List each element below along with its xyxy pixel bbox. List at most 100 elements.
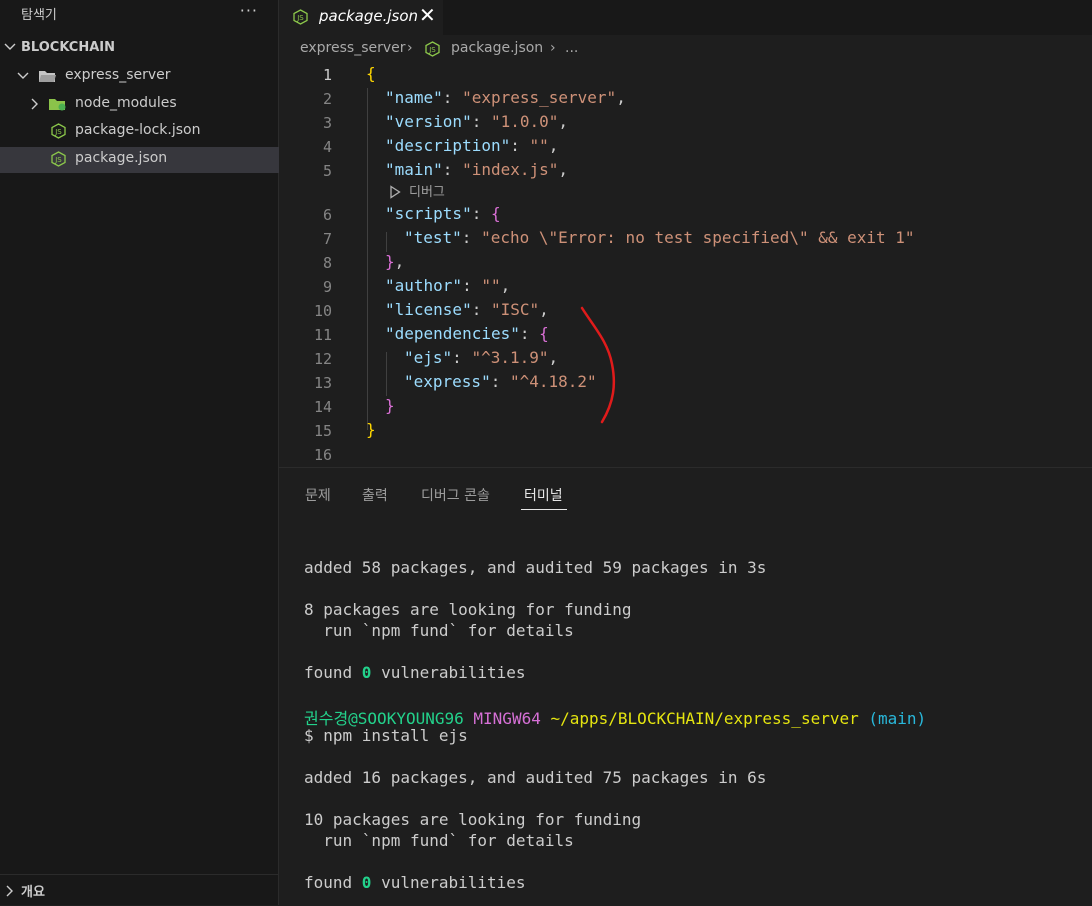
debug-play-icon[interactable] (389, 185, 401, 199)
tab-terminal[interactable]: 터미널 (524, 485, 563, 505)
close-icon[interactable]: ✕ (419, 3, 436, 27)
line-number: 5 (322, 162, 332, 180)
breadcrumb-more[interactable]: ... (565, 40, 578, 56)
code-line-5: "main": "index.js", (385, 160, 569, 179)
svg-text:JS: JS (296, 14, 304, 22)
terminal-line: 8 packages are looking for funding (304, 600, 632, 619)
red-annotation-mark (580, 306, 616, 424)
json-string: "" (481, 276, 501, 295)
code-line-4: "description": "", (385, 136, 559, 155)
folder-open-icon (39, 71, 56, 82)
json-key: "dependencies" (385, 324, 520, 343)
json-string: "^3.1.9" (471, 348, 549, 367)
code-editor[interactable]: 1 2 3 4 5 6 7 8 9 10 11 12 13 14 15 16 {… (279, 62, 1092, 467)
code-line-13: "express": "^4.18.2" (404, 372, 597, 391)
line-number: 14 (313, 398, 332, 416)
node-folder-icon (49, 99, 66, 111)
more-actions-icon[interactable]: ··· (240, 1, 258, 20)
line-number: 7 (322, 230, 332, 248)
breadcrumb-separator: › (407, 40, 413, 56)
json-key: "express" (404, 372, 491, 391)
terminal-line: 10 packages are looking for funding (304, 810, 642, 829)
prompt-path: ~/apps/BLOCKCHAIN/express_server (550, 709, 859, 728)
outline-label: 개요 (21, 885, 45, 900)
indent-guide (386, 232, 387, 252)
chevron-down-icon (4, 43, 16, 50)
tab-problems[interactable]: 문제 (305, 485, 331, 505)
tab-debug-console[interactable]: 디버그 콘솔 (421, 485, 490, 505)
code-line-15: } (366, 420, 376, 439)
terminal-line: run `npm fund` for details (304, 621, 574, 640)
tree-file-package-lock[interactable]: JS package-lock.json (0, 119, 279, 145)
explorer-sidebar: 탐색기 ··· BLOCKCHAIN express_server node_m… (0, 0, 279, 905)
line-number: 2 (322, 90, 332, 108)
json-key: "license" (385, 300, 472, 319)
terminal-line: found 0 vulnerabilities (304, 663, 526, 682)
line-number: 8 (322, 254, 332, 272)
breadcrumb-separator: › (550, 40, 556, 56)
brace: { (539, 324, 549, 343)
brace: } (366, 420, 376, 439)
code-line-9: "author": "", (385, 276, 511, 295)
bottom-panel: 문제 출력 디버그 콘솔 터미널 added 58 packages, and … (279, 467, 1092, 906)
line-number: 1 (322, 66, 332, 84)
svg-text:JS: JS (54, 128, 62, 136)
code-line-8: }, (385, 252, 405, 271)
line-number: 10 (313, 302, 332, 320)
code-line-7: "test": "echo \"Error: no test specified… (404, 228, 915, 247)
json-key: "version" (385, 112, 472, 131)
code-line-12: "ejs": "^3.1.9", (404, 348, 559, 367)
json-key: "main" (385, 160, 443, 179)
svg-text:JS: JS (54, 156, 62, 164)
line-number: 16 (313, 446, 332, 464)
line-number: 13 (313, 374, 332, 392)
terminal-line: added 58 packages, and audited 59 packag… (304, 558, 767, 577)
breadcrumb-file[interactable]: package.json (451, 40, 543, 56)
prompt-branch: (main) (868, 709, 927, 728)
terminal-line: run `npm fund` for details (304, 831, 574, 850)
tree-folder-label: express_server (65, 67, 171, 83)
tab-package-json[interactable]: JS package.json ✕ (279, 0, 443, 35)
brace: { (490, 204, 501, 223)
workspace-section-label: BLOCKCHAIN (21, 40, 116, 55)
tree-file-package-json[interactable]: JS package.json (0, 147, 279, 173)
line-number: 4 (322, 138, 332, 156)
json-string: "ISC" (490, 300, 540, 319)
svg-text:JS: JS (428, 46, 436, 54)
code-line-1: { (366, 64, 376, 83)
tab-output[interactable]: 출력 (362, 485, 388, 505)
code-line-2: "name": "express_server", (385, 88, 626, 107)
json-key: "test" (404, 228, 462, 247)
indent-guide (367, 88, 368, 430)
tree-folder-node-modules[interactable]: node_modules (0, 92, 279, 118)
chevron-right-icon (31, 98, 38, 110)
terminal-command: $ npm install ejs (304, 726, 468, 745)
json-string: "" (529, 136, 549, 155)
editor-tab-bar: JS package.json ✕ (279, 0, 1092, 35)
code-line-10: "license": "ISC", (385, 300, 549, 319)
tree-item-label: package-lock.json (75, 122, 201, 138)
tree-folder-express-server[interactable]: express_server (0, 64, 279, 90)
debug-codelens[interactable]: 디버그 (409, 181, 445, 200)
json-string: "echo \"Error: no test specified\" && ex… (481, 228, 915, 247)
workspace-section-blockchain[interactable]: BLOCKCHAIN (0, 35, 279, 61)
json-key: "name" (385, 88, 443, 107)
nodejs-file-icon: JS (51, 123, 66, 139)
line-number: 6 (322, 206, 332, 224)
code-line-14: } (385, 396, 395, 415)
breadcrumb-folder[interactable]: express_server (300, 40, 406, 56)
line-number: 15 (313, 422, 332, 440)
chevron-right-icon (6, 885, 13, 897)
nodejs-file-icon: JS (293, 9, 308, 25)
terminal-line: found 0 vulnerabilities (304, 873, 526, 892)
line-number: 9 (322, 278, 332, 296)
brace: } (385, 252, 395, 271)
brace: { (366, 64, 376, 83)
json-key: "description" (385, 136, 511, 155)
tab-label: package.json (319, 7, 419, 25)
json-key: "ejs" (404, 348, 453, 367)
line-number: 11 (313, 326, 332, 344)
outline-section[interactable]: 개요 (0, 874, 279, 905)
json-string: "express_server" (462, 88, 617, 107)
terminal-line: added 16 packages, and audited 75 packag… (304, 768, 767, 787)
